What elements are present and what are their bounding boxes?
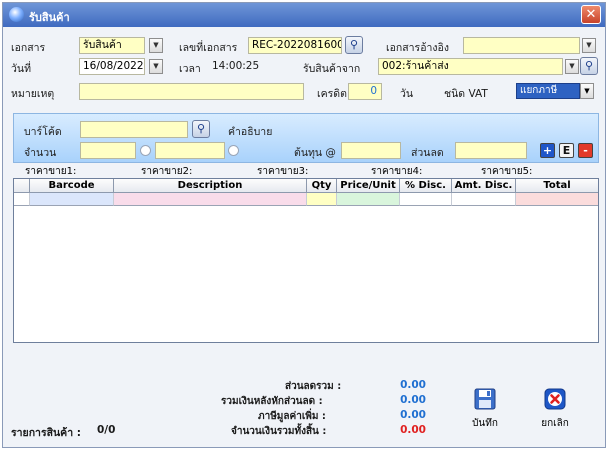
price-level-4: ราคาขาย4: [371, 166, 423, 177]
price-levels-bar: ราคาขาย1: ราคาขาย2: ราคาขาย3: ราคาขาย4: … [13, 164, 599, 177]
after-discount-value: 0.00 [400, 394, 426, 406]
close-button[interactable]: ✕ [581, 5, 601, 24]
add-item-button[interactable]: + [540, 143, 555, 158]
app-icon [9, 7, 24, 22]
note-label: หมายเหตุ [11, 88, 55, 100]
ref-doc-dropdown-icon[interactable]: ▼ [582, 38, 596, 53]
col-price-unit[interactable]: Price/Unit [337, 179, 400, 193]
col-barcode[interactable]: Barcode [30, 179, 114, 193]
cell-barcode[interactable] [30, 193, 114, 206]
table-header: Barcode Description Qty Price/Unit % Dis… [14, 179, 598, 193]
cell-total[interactable] [516, 193, 598, 206]
date-label: วันที่ [11, 63, 31, 75]
date-picker-icon[interactable]: ▼ [149, 59, 163, 74]
note-field[interactable] [79, 83, 304, 100]
cell-qty[interactable] [307, 193, 337, 206]
after-discount-label: รวมเงินหลังหักส่วนลด : [221, 396, 323, 407]
receive-goods-window: รับสินค้า ✕ เอกสาร รับสินค้า ▼ เลขที่เอก… [2, 2, 606, 448]
time-label: เวลา [179, 63, 201, 75]
discount-input[interactable] [455, 142, 527, 159]
cancel-icon [544, 388, 566, 410]
window-title: รับสินค้า [29, 11, 70, 24]
credit-field[interactable]: 0 [348, 83, 382, 100]
edit-item-button[interactable]: E [559, 143, 574, 158]
barcode-label: บาร์โค้ด [24, 126, 62, 138]
grand-total-value: 0.00 [400, 424, 426, 436]
col-qty[interactable]: Qty [307, 179, 337, 193]
col-description[interactable]: Description [114, 179, 307, 193]
remove-item-button[interactable]: - [578, 143, 593, 158]
discount-label: ส่วนลด [411, 147, 444, 159]
quantity-input[interactable] [80, 142, 136, 159]
date-field[interactable]: 16/08/2022 ; [79, 58, 145, 75]
save-icon [474, 388, 496, 410]
description-label: คำอธิบาย [228, 126, 273, 138]
row-indicator [14, 193, 30, 206]
option-radio-2[interactable] [228, 145, 239, 156]
doc-no-field[interactable]: REC-202208160002 [248, 37, 342, 54]
vat-amount-value: 0.00 [400, 409, 426, 421]
time-value: 14:00:25 [212, 60, 260, 72]
col-percent-disc[interactable]: % Disc. [400, 179, 452, 193]
doc-type-dropdown-icon[interactable]: ▼ [149, 38, 163, 53]
supplier-dropdown-icon[interactable]: ▼ [565, 59, 579, 74]
vat-type-select[interactable]: แยกภาษี [516, 83, 580, 99]
row-indicator-header [14, 179, 30, 193]
supplier-label: รับสินค้าจาก [303, 63, 361, 75]
quantity-label: จำนวน [24, 147, 57, 159]
option-radio-1[interactable] [140, 145, 151, 156]
barcode-input[interactable] [80, 121, 188, 138]
total-discount-label: ส่วนลดรวม : [285, 381, 342, 392]
supplier-search-icon[interactable]: ⚲ [580, 57, 598, 75]
credit-label: เครดิต [317, 88, 347, 100]
barcode-search-icon[interactable]: ⚲ [192, 120, 210, 138]
cancel-label: ยกเลิก [541, 418, 569, 429]
cell-price-unit[interactable] [337, 193, 400, 206]
ref-doc-field[interactable] [463, 37, 580, 54]
supplier-field[interactable]: 002:ร้านค้าส่ง [378, 58, 563, 75]
save-label: บันทึก [472, 418, 498, 429]
table-row[interactable] [14, 193, 598, 206]
vat-type-label: ชนิด VAT [444, 88, 488, 100]
price-level-1: ราคาขาย1: [25, 166, 77, 177]
vat-type-dropdown-icon[interactable]: ▼ [580, 83, 594, 99]
day-label: วัน [400, 88, 414, 100]
doc-type-select[interactable]: รับสินค้า [79, 37, 145, 54]
price-level-3: ราคาขาย3: [257, 166, 309, 177]
price-level-5: ราคาขาย5: [481, 166, 533, 177]
cancel-button[interactable]: ยกเลิก [533, 387, 577, 431]
col-amount-disc[interactable]: Amt. Disc. [452, 179, 516, 193]
items-table[interactable]: Barcode Description Qty Price/Unit % Dis… [13, 178, 599, 343]
price-level-2: ราคาขาย2: [141, 166, 193, 177]
cell-percent-disc[interactable] [400, 193, 452, 206]
col-total[interactable]: Total [516, 179, 598, 193]
doc-no-label: เลขที่เอกสาร [179, 42, 238, 54]
total-discount-value: 0.00 [400, 379, 426, 391]
unit-cost-label: ต้นทุน @ [294, 147, 336, 159]
vat-amount-label: ภาษีมูลค่าเพิ่ม : [258, 411, 326, 422]
item-count-value: 0/0 [97, 424, 116, 436]
doc-search-icon[interactable]: ⚲ [345, 36, 363, 54]
cell-description[interactable] [114, 193, 307, 206]
ref-doc-label: เอกสารอ้างอิง [386, 42, 449, 54]
item-entry-panel: บาร์โค้ด ⚲ คำอธิบาย จำนวน ต้นทุน @ ส่วนล… [13, 113, 599, 163]
unit-input[interactable] [155, 142, 225, 159]
item-count-label: รายการสินค้า : [11, 427, 81, 439]
cell-amount-disc[interactable] [452, 193, 516, 206]
grand-total-label: จำนวนเงินรวมทั้งสิ้น : [231, 426, 327, 437]
save-button[interactable]: บันทึก [463, 387, 507, 431]
unit-cost-input[interactable] [341, 142, 401, 159]
doc-type-label: เอกสาร [11, 42, 46, 54]
title-bar[interactable]: รับสินค้า ✕ [3, 3, 605, 27]
